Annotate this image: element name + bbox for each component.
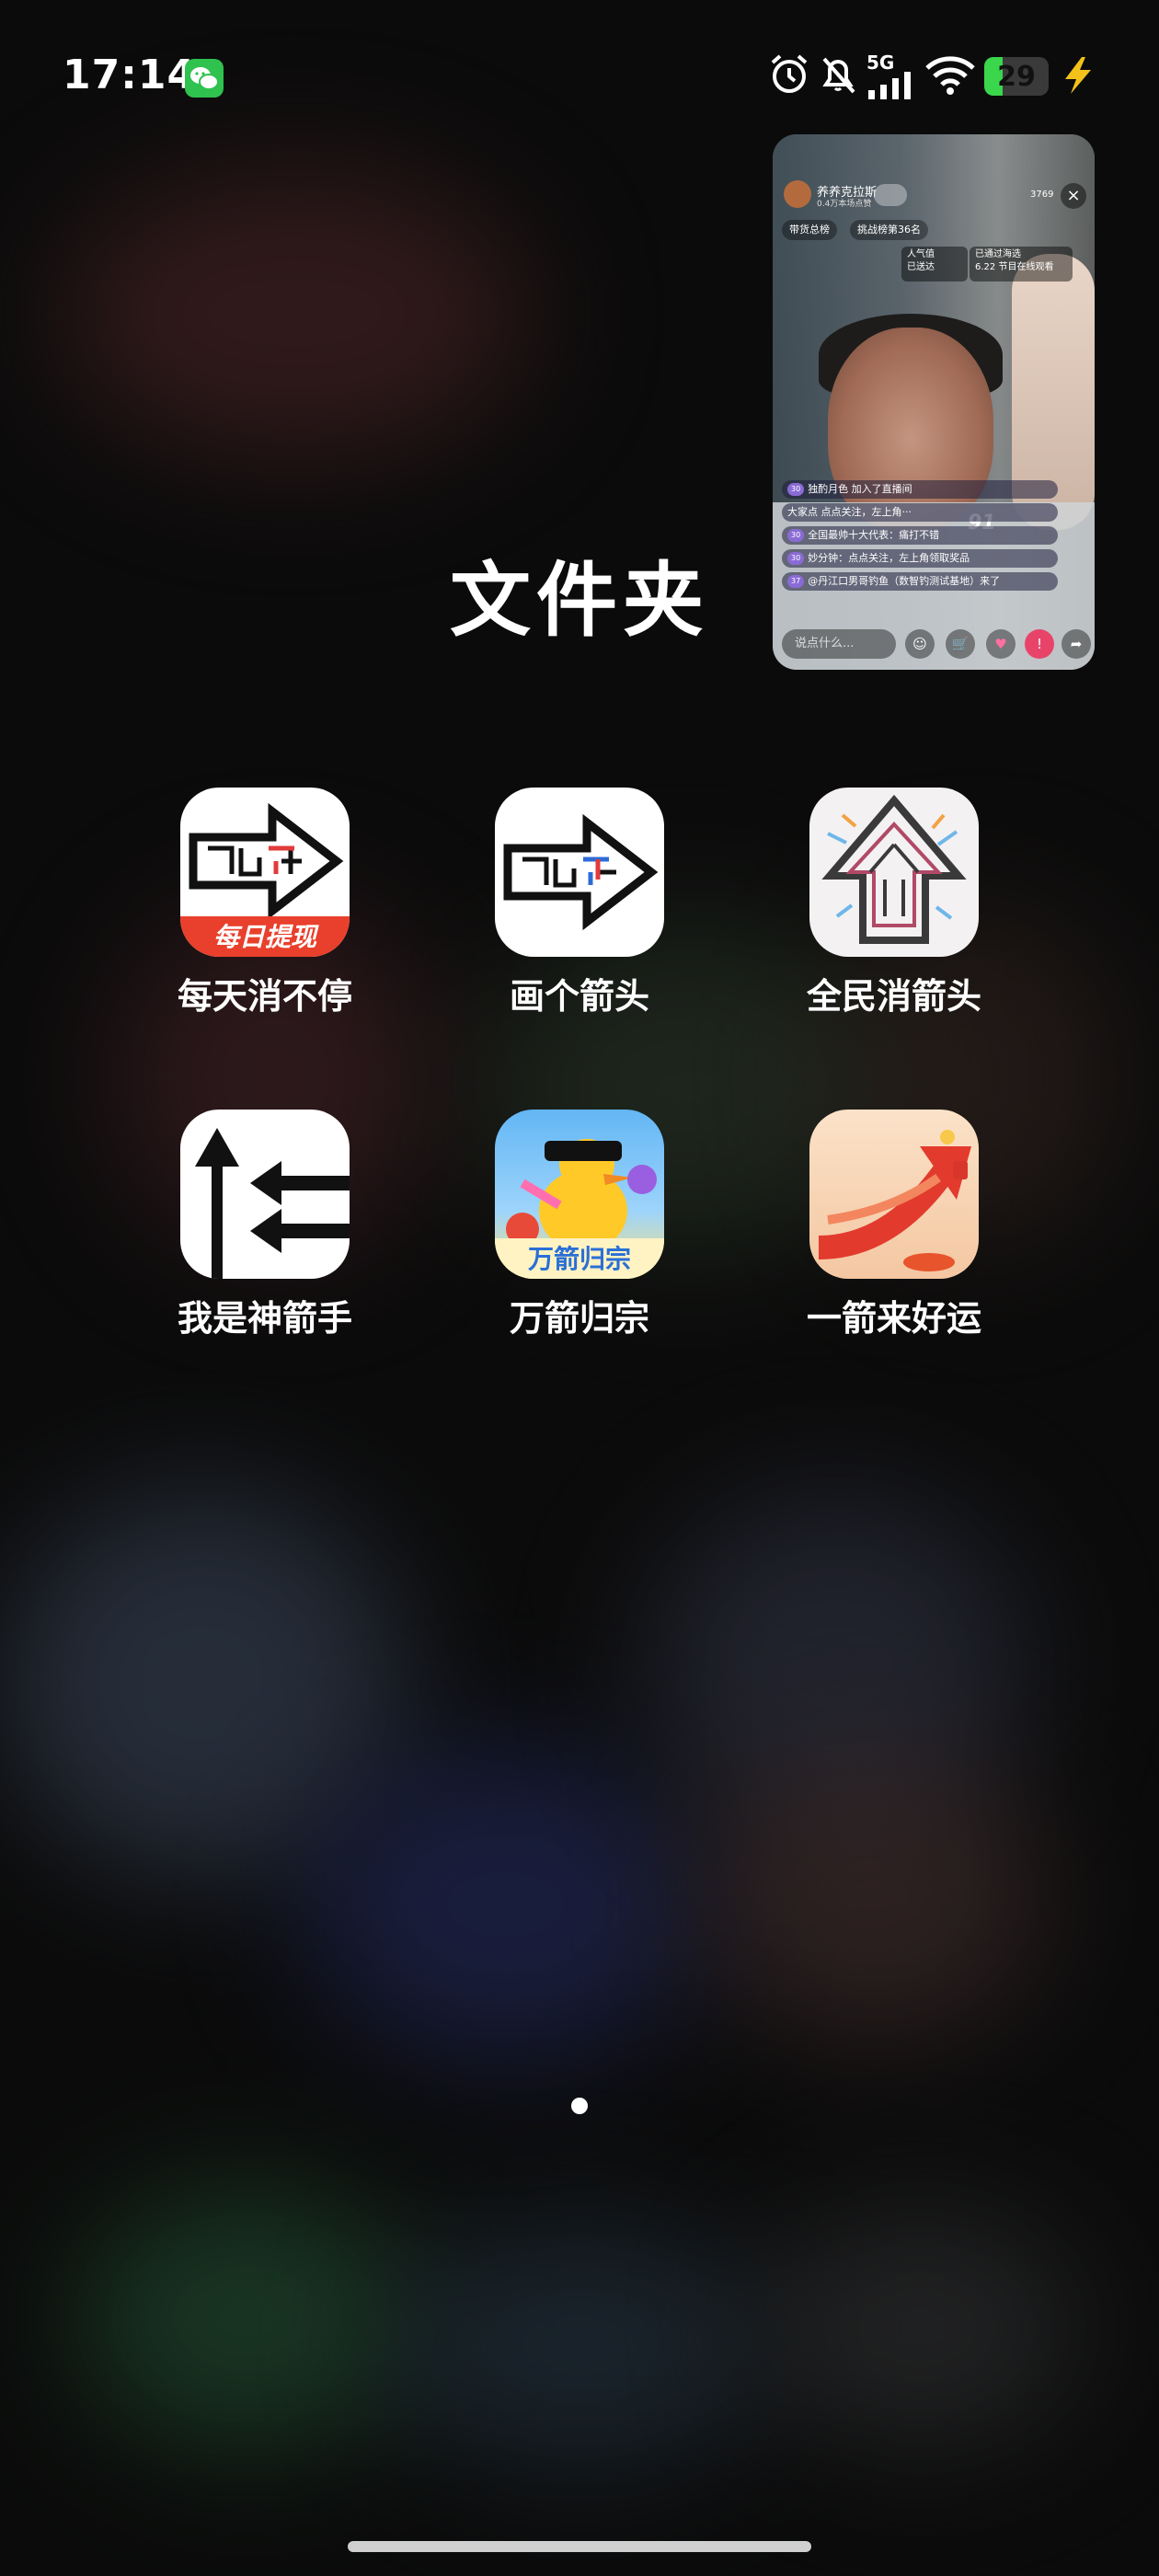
- app-label: 每天消不停: [177, 976, 352, 1017]
- status-time: 17:14: [63, 52, 197, 98]
- battery-percent: 29: [997, 61, 1036, 93]
- app-label: 全民消箭头: [806, 976, 981, 1017]
- app-badge-text: 万箭归宗: [528, 1244, 631, 1274]
- app-badge-text: 每日提现: [213, 922, 319, 952]
- page-indicator-dot[interactable]: [571, 2098, 588, 2114]
- close-icon[interactable]: ×: [1061, 183, 1086, 209]
- app-一箭来好运[interactable]: 一箭来好运: [784, 1110, 1004, 1340]
- red-lucky-arrow-icon[interactable]: [809, 1110, 979, 1279]
- charging-bolt-icon: [1065, 57, 1091, 94]
- wifi-icon: [925, 56, 975, 95]
- maze-arrow-daily-cash-icon[interactable]: 每日提现: [180, 788, 350, 957]
- app-画个箭头[interactable]: 画个箭头: [469, 788, 690, 1018]
- alarm-icon: [771, 54, 808, 93]
- status-bar: 17:14 5G 29: [0, 0, 1159, 156]
- app-我是神箭手[interactable]: 我是神箭手: [155, 1110, 375, 1340]
- network-type-label: 5G: [866, 52, 895, 74]
- folder-title[interactable]: 文件夹: [0, 535, 1159, 652]
- colorful-up-arrow-icon[interactable]: [809, 788, 979, 957]
- audition-box[interactable]: 已通过海选 6.22 节目在线观看: [970, 247, 1073, 282]
- wechat-notification-icon: [185, 59, 224, 98]
- list-item: 大家点 点点关注，左上角···: [782, 503, 1058, 522]
- app-label: 万箭归宗: [509, 1298, 649, 1339]
- app-label: 画个箭头: [509, 976, 649, 1017]
- arrows-black-icon[interactable]: [180, 1110, 350, 1279]
- rank-chip[interactable]: 带货总榜: [782, 220, 837, 240]
- viewer-count: 3769: [1030, 190, 1054, 200]
- app-label: 一箭来好运: [806, 1298, 981, 1339]
- list-item: 30 独酌月色 加入了直播间: [782, 480, 1058, 499]
- app-万箭归宗[interactable]: 万箭归宗 万箭归宗: [469, 1110, 690, 1340]
- cartoon-duck-icon[interactable]: 万箭归宗: [495, 1110, 664, 1279]
- maze-arrow-icon[interactable]: [495, 788, 664, 957]
- popularity-box[interactable]: 人气值 已送达: [901, 247, 968, 282]
- app-全民消箭头[interactable]: 全民消箭头: [784, 788, 1004, 1018]
- signal-icon: [868, 72, 911, 99]
- streamer-likes: 0.4万本场点赞: [817, 200, 872, 209]
- streamer-avatar[interactable]: [784, 180, 811, 208]
- home-indicator[interactable]: [348, 2541, 811, 2552]
- silent-bell-icon: [822, 57, 855, 94]
- battery-icon: 29: [984, 57, 1049, 96]
- follow-button[interactable]: [874, 184, 907, 206]
- app-label: 我是神箭手: [177, 1298, 352, 1339]
- app-每天消不停[interactable]: 每日提现 每天消不停: [155, 788, 375, 1018]
- rank-chip[interactable]: 挑战榜第36名: [850, 220, 928, 240]
